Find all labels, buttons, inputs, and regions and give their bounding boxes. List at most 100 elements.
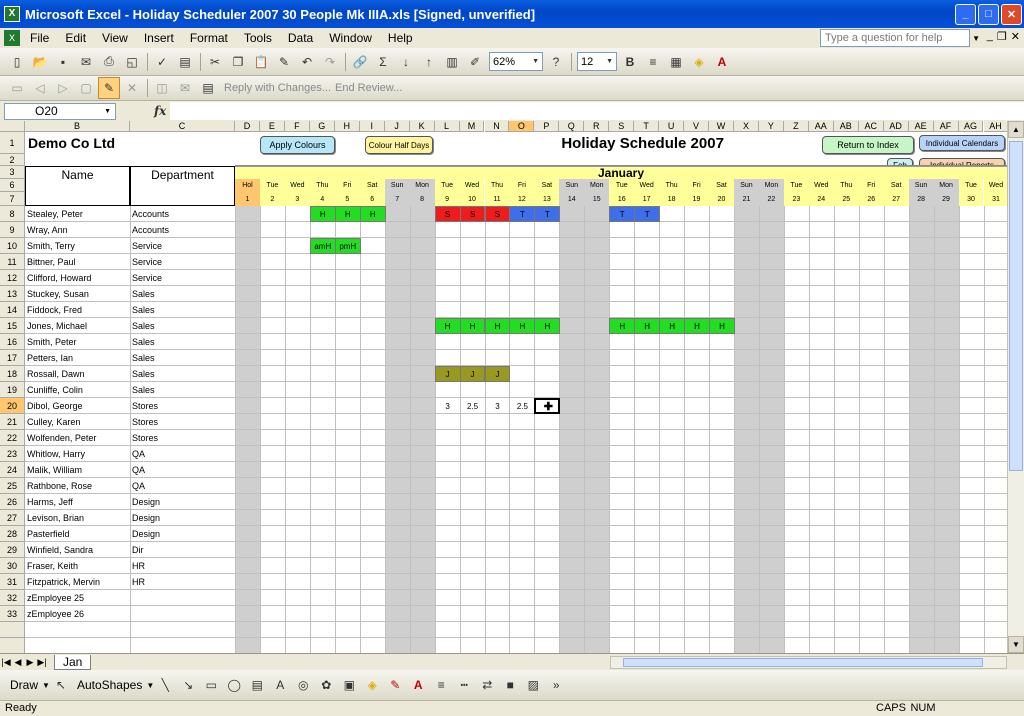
row-header[interactable]: 2 bbox=[0, 154, 25, 166]
paste-icon[interactable]: 📋 bbox=[250, 51, 272, 73]
employee-name[interactable]: Clifford, Howard bbox=[27, 270, 130, 286]
row-header[interactable]: 25 bbox=[0, 478, 25, 494]
autoshapes-menu[interactable]: AutoShapes bbox=[77, 678, 142, 692]
booking-cell[interactable]: H bbox=[459, 318, 486, 334]
print-preview-icon[interactable]: ◱ bbox=[121, 51, 143, 73]
row-header[interactable]: 13 bbox=[0, 286, 25, 302]
textbox-icon[interactable]: ▤ bbox=[246, 674, 268, 696]
row-header[interactable]: 21 bbox=[0, 414, 25, 430]
row-header[interactable]: 18 bbox=[0, 366, 25, 382]
apply-colours-button[interactable]: Apply Colours bbox=[260, 136, 335, 154]
row-header[interactable]: 11 bbox=[0, 254, 25, 270]
column-header[interactable]: K bbox=[409, 121, 435, 132]
insert-function-icon[interactable]: fx bbox=[154, 104, 166, 118]
column-header[interactable]: AH bbox=[983, 121, 1009, 132]
employee-name[interactable]: Rathbone, Rose bbox=[27, 478, 130, 494]
row-header[interactable]: 31 bbox=[0, 574, 25, 590]
employee-department[interactable]: Service bbox=[132, 238, 235, 254]
vertical-scrollbar[interactable]: ▲ ▼ bbox=[1007, 121, 1024, 653]
employee-name[interactable]: Culley, Karen bbox=[27, 414, 130, 430]
column-header[interactable]: D bbox=[235, 121, 260, 132]
redo-icon[interactable]: ↷ bbox=[319, 51, 341, 73]
column-header[interactable]: AF bbox=[933, 121, 959, 132]
booking-cell[interactable]: H bbox=[709, 318, 735, 334]
research-icon[interactable]: ▤ bbox=[174, 51, 196, 73]
toolbar-options-icon[interactable]: » bbox=[545, 674, 567, 696]
zoom-select[interactable]: 62% ▼ bbox=[489, 52, 543, 71]
rectangle-icon[interactable]: ▭ bbox=[200, 674, 222, 696]
track-changes-icon[interactable]: ◫ bbox=[151, 77, 173, 99]
print-icon[interactable]: ⎙ bbox=[98, 51, 120, 73]
column-header[interactable]: B bbox=[25, 121, 130, 132]
column-header[interactable]: L bbox=[434, 121, 460, 132]
column-header[interactable]: Z bbox=[783, 121, 809, 132]
employee-name[interactable]: Levison, Brian bbox=[27, 510, 130, 526]
workbook-minimize-button[interactable]: _ bbox=[987, 30, 993, 43]
booking-cell[interactable]: H bbox=[684, 318, 711, 334]
booking-cell[interactable]: T bbox=[609, 206, 636, 222]
end-review-button[interactable]: End Review... bbox=[335, 82, 402, 94]
booking-cell[interactable]: pmH bbox=[334, 238, 361, 254]
row-header[interactable]: 22 bbox=[0, 430, 25, 446]
row-header[interactable]: 10 bbox=[0, 238, 25, 254]
worksheet-grid[interactable]: B C D E F G H I J K L M N O P Q R S T U V W X Y Z AA AB AC AD AE AF AG A… bbox=[0, 121, 1012, 653]
row-header[interactable]: 32 bbox=[0, 590, 25, 606]
reply-with-changes-button[interactable]: Reply with Changes... bbox=[224, 82, 331, 94]
employee-name[interactable]: Harms, Jeff bbox=[27, 494, 130, 510]
employee-department[interactable] bbox=[132, 606, 235, 622]
employee-name[interactable]: Dibol, George bbox=[27, 398, 130, 414]
show-all-comments-icon[interactable]: ✎ bbox=[98, 77, 120, 99]
save-icon[interactable]: ▪ bbox=[52, 51, 74, 73]
name-box[interactable]: O20 ▼ bbox=[4, 102, 116, 120]
booking-cell[interactable]: 2.5 bbox=[460, 398, 486, 414]
booking-cell[interactable]: T bbox=[634, 206, 661, 222]
booking-cell[interactable]: H bbox=[609, 318, 636, 334]
employee-department[interactable]: Service bbox=[132, 270, 235, 286]
3d-icon[interactable]: ▨ bbox=[522, 674, 544, 696]
row-header[interactable]: 24 bbox=[0, 462, 25, 478]
menu-insert[interactable]: Insert bbox=[136, 31, 182, 45]
employee-department[interactable]: Dir bbox=[132, 542, 235, 558]
booking-cell[interactable]: H bbox=[634, 318, 661, 334]
employee-department[interactable]: Design bbox=[132, 510, 235, 526]
row-header[interactable] bbox=[0, 622, 25, 638]
employee-name[interactable]: Jones, Michael bbox=[27, 318, 130, 334]
column-header[interactable]: U bbox=[659, 121, 685, 132]
employee-name[interactable]: Rossall, Dawn bbox=[27, 366, 130, 382]
menu-tools[interactable]: Tools bbox=[236, 31, 280, 45]
scroll-down-icon[interactable]: ▼ bbox=[1008, 636, 1024, 653]
employee-name[interactable]: Petters, Ian bbox=[27, 350, 130, 366]
arrow-icon[interactable]: ↘ bbox=[177, 674, 199, 696]
bold-icon[interactable]: B bbox=[619, 51, 641, 73]
open-icon[interactable]: 📂 bbox=[29, 51, 51, 73]
return-to-index-button[interactable]: Return to Index bbox=[822, 136, 914, 154]
help-search-input[interactable]: Type a question for help bbox=[820, 29, 970, 47]
column-header[interactable]: O bbox=[509, 121, 535, 132]
menu-data[interactable]: Data bbox=[280, 31, 321, 45]
line-style-icon[interactable]: ≡ bbox=[430, 674, 452, 696]
employee-department[interactable]: Sales bbox=[132, 318, 235, 334]
line-color-icon[interactable]: ✎ bbox=[384, 674, 406, 696]
fill-color-icon[interactable]: ◈ bbox=[688, 51, 710, 73]
column-header[interactable]: X bbox=[734, 121, 759, 132]
row-header[interactable]: 27 bbox=[0, 510, 25, 526]
menu-file[interactable]: File bbox=[22, 31, 57, 45]
employee-name[interactable]: Wolfenden, Peter bbox=[27, 430, 130, 446]
shadow-icon[interactable]: ■ bbox=[499, 674, 521, 696]
autosum-icon[interactable]: Σ bbox=[372, 51, 394, 73]
select-all-corner[interactable] bbox=[0, 121, 25, 132]
draw-dropdown-icon[interactable]: ▼ bbox=[42, 681, 50, 690]
employee-name[interactable]: Fitzpatrick, Mervin bbox=[27, 574, 130, 590]
column-header[interactable]: H bbox=[334, 121, 360, 132]
draw-font-color-icon[interactable]: A bbox=[407, 674, 429, 696]
employee-department[interactable]: Sales bbox=[132, 334, 235, 350]
column-header[interactable]: G bbox=[309, 121, 335, 132]
employee-name[interactable]: Wray, Ann bbox=[27, 222, 130, 238]
copy-icon[interactable]: ❐ bbox=[227, 51, 249, 73]
scroll-up-icon[interactable]: ▲ bbox=[1008, 121, 1024, 138]
spelling-icon[interactable]: ✓ bbox=[151, 51, 173, 73]
employee-department[interactable]: QA bbox=[132, 446, 235, 462]
booking-cell[interactable]: H bbox=[509, 318, 536, 334]
row-header[interactable]: 9 bbox=[0, 222, 25, 238]
employee-name[interactable]: Stealey, Peter bbox=[27, 206, 130, 222]
